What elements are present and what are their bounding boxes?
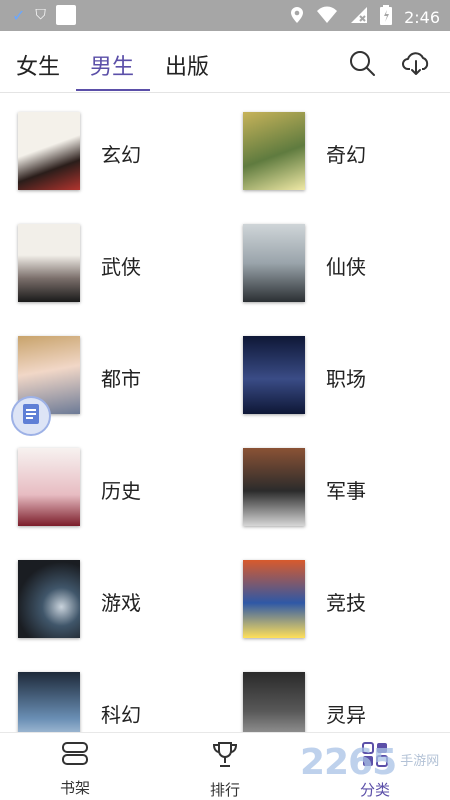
watermark-number: 2265 [300,742,397,783]
book-cover [243,112,305,190]
tab-male[interactable]: 男生 [90,49,134,81]
clock-time: 2:46 [404,7,440,27]
category-item-xuanhuan[interactable]: 玄幻 [18,112,243,224]
tab-publish[interactable]: 出版 [165,49,209,81]
check-icon: ✓ [12,5,26,25]
category-item-lishi[interactable]: 历史 [18,448,243,560]
book-cover [18,560,80,638]
nav-ranking[interactable]: 排行 [195,741,255,800]
category-item-kehuan[interactable]: 科幻 [18,672,243,732]
shield-icon: ⛉ [35,7,46,23]
category-item-lingyi[interactable]: 灵异 [243,672,450,732]
category-item-jingji[interactable]: 竞技 [243,560,450,672]
location-icon [290,6,304,28]
category-item-dushi[interactable]: 都市 [18,336,243,448]
tab-female[interactable]: 女生 [16,49,60,81]
search-icon[interactable] [348,49,376,77]
site-watermark: 2265 手游网 [300,742,439,783]
document-icon [21,403,41,429]
book-cover [243,224,305,302]
cloud-download-icon[interactable] [402,49,430,77]
category-label: 职场 [326,367,366,391]
book-cover [243,672,305,732]
category-label: 历史 [101,479,141,503]
active-tab-indicator [76,89,150,91]
book-cover [243,336,305,414]
category-label: 奇幻 [326,143,366,167]
floating-document-button[interactable] [11,396,51,436]
book-cover [18,448,80,526]
category-label: 灵异 [326,703,366,727]
book-cover [18,224,80,302]
category-label: 仙侠 [326,255,366,279]
nav-label: 排行 [209,781,240,799]
category-item-wuxia[interactable]: 武侠 [18,224,243,336]
nav-label: 书架 [59,779,90,797]
category-label: 竞技 [326,591,366,615]
book-cover [18,112,80,190]
category-item-junshi[interactable]: 军事 [243,448,450,560]
category-label: 科幻 [101,703,141,727]
category-label: 玄幻 [101,143,141,167]
gender-tab-bar: 女生 男生 出版 [0,31,450,93]
category-label: 军事 [326,479,366,503]
book-cover [243,560,305,638]
watermark-text: 手游网 [400,754,440,770]
battery-icon [380,5,393,29]
wifi-icon [316,6,338,28]
category-item-youxi[interactable]: 游戏 [18,560,243,672]
category-item-zhichang[interactable]: 职场 [243,336,450,448]
book-cover [18,672,80,732]
book-cover [243,448,305,526]
category-label: 游戏 [101,591,141,615]
status-bar: ✓ ⛉ 2:46 [0,0,450,31]
trophy-icon [210,742,240,773]
nav-bookshelf[interactable]: 书架 [45,741,105,798]
category-label: 都市 [101,367,141,391]
category-grid: 玄幻 奇幻 武侠 仙侠 都市 职场 历史 军事 游戏 竞技 科幻 灵异 [0,96,450,732]
signal-icon [350,6,368,28]
category-item-xianxia[interactable]: 仙侠 [243,224,450,336]
notification-square-icon [55,5,76,25]
category-item-qihuan[interactable]: 奇幻 [243,112,450,224]
bookshelf-icon [60,742,90,771]
category-label: 武侠 [101,255,141,279]
